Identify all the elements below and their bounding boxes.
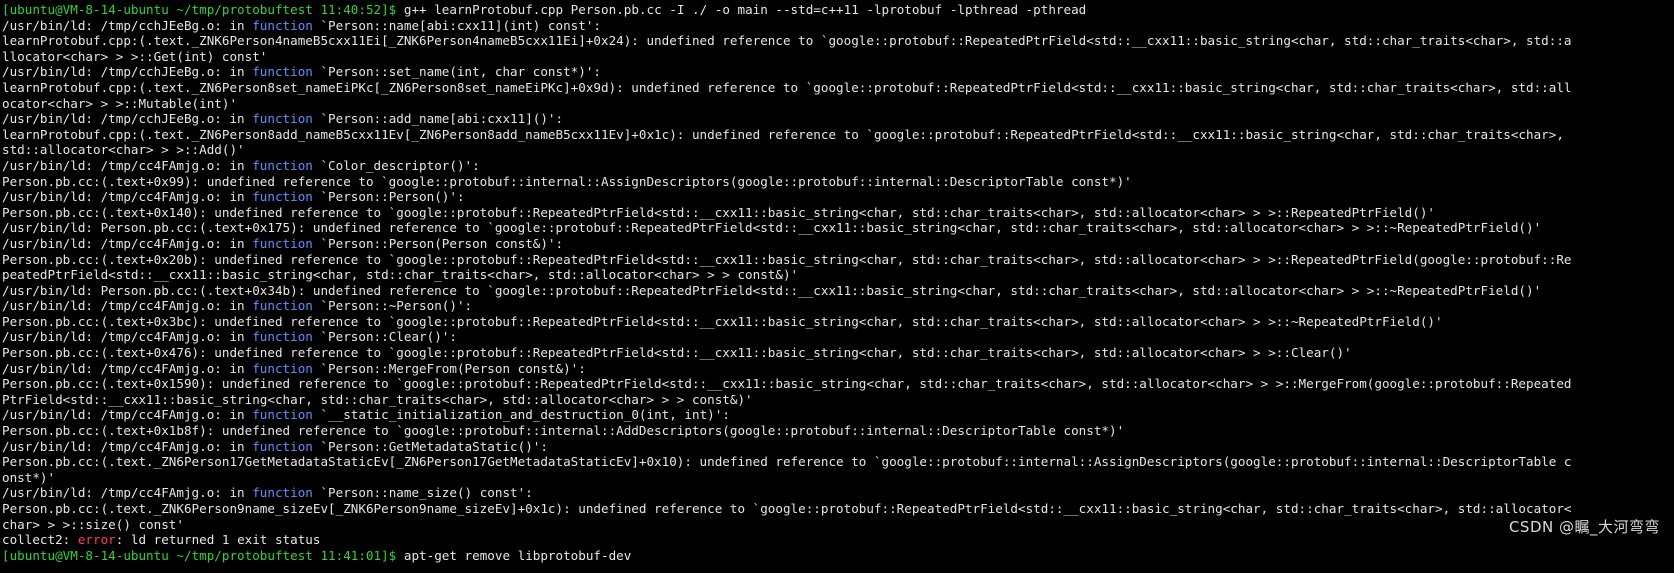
output-line: /usr/bin/ld: /tmp/cc4FAmjg.o: in functio… xyxy=(2,360,586,376)
output-line: /usr/bin/ld: /tmp/cc4FAmjg.o: in functio… xyxy=(2,235,564,251)
function-keyword: function xyxy=(252,329,313,345)
terminal-output: /usr/bin/ld: /tmp/cchJEeBg.o: in functio… xyxy=(2,18,1674,533)
output-line: Person.pb.cc:(.text+0x20b): undefined re… xyxy=(2,251,1572,267)
output-line: /usr/bin/ld: /tmp/cc4FAmjg.o: in functio… xyxy=(2,157,480,173)
output-line: Person.pb.cc:(.text+0x476): undefined re… xyxy=(2,345,1352,361)
function-keyword: function xyxy=(252,189,313,205)
command-line-1: [ubuntu@VM-8-14-ubuntu ~/tmp/protobuftes… xyxy=(2,2,1674,18)
error-keyword: error xyxy=(77,532,116,548)
function-keyword: function xyxy=(252,157,313,173)
output-line: /usr/bin/ld: /tmp/cc4FAmjg.o: in functio… xyxy=(2,485,533,501)
output-line: /usr/bin/ld: /tmp/cc4FAmjg.o: in functio… xyxy=(2,189,465,205)
shell-prompt: [ubuntu@VM-8-14-ubuntu ~/tmp/protobuftes… xyxy=(2,547,397,563)
function-keyword: function xyxy=(252,360,313,376)
function-keyword: function xyxy=(252,298,313,314)
output-line: Person.pb.cc:(.text+0x1590): undefined r… xyxy=(2,376,1572,392)
output-line: /usr/bin/ld: /tmp/cchJEeBg.o: in functio… xyxy=(2,111,564,127)
function-keyword: function xyxy=(252,438,313,454)
output-line: /usr/bin/ld: /tmp/cchJEeBg.o: in functio… xyxy=(2,17,602,33)
output-line: Person.pb.cc:(.text+0x140): undefined re… xyxy=(2,204,1436,220)
output-line: /usr/bin/ld: /tmp/cc4FAmjg.o: in functio… xyxy=(2,298,473,314)
output-line: Person.pb.cc:(.text._ZNK6Person9name_siz… xyxy=(2,501,1572,516)
output-line: onst*)' xyxy=(2,469,56,485)
function-keyword: function xyxy=(252,235,313,251)
function-keyword: function xyxy=(252,407,313,423)
output-line: learnProtobuf.cpp:(.text._ZN6Person8add_… xyxy=(2,126,1564,142)
output-line: learnProtobuf.cpp:(.text._ZN6Person8set_… xyxy=(2,79,1572,95)
output-line: /usr/bin/ld: /tmp/cc4FAmjg.o: in functio… xyxy=(2,407,730,423)
output-line: /usr/bin/ld: Person.pb.cc:(.text+0x34b):… xyxy=(2,282,1542,298)
error-line: collect2: error: ld returned 1 exit stat… xyxy=(2,532,321,548)
command-text: apt-get remove libprotobuf-dev xyxy=(403,547,632,563)
output-line: PtrField<std::__cxx11::basic_string<char… xyxy=(2,391,753,407)
function-keyword: function xyxy=(252,111,313,127)
output-line: /usr/bin/ld: /tmp/cchJEeBg.o: in functio… xyxy=(2,64,602,80)
function-keyword: function xyxy=(252,485,313,501)
watermark-text: CSDN @瞩_大河弯弯 xyxy=(1508,518,1660,536)
output-line: llocator<char> > >::Get(int) const' xyxy=(2,48,268,64)
output-line: peatedPtrField<std::__cxx11::basic_strin… xyxy=(2,267,799,283)
output-line: ocator<char> > >::Mutable(int)' xyxy=(2,95,238,111)
output-line: Person.pb.cc:(.text._ZN6Person17GetMetad… xyxy=(2,454,1572,470)
output-line: /usr/bin/ld: Person.pb.cc:(.text+0x175):… xyxy=(2,220,1542,236)
command-line-2: [ubuntu@VM-8-14-ubuntu ~/tmp/protobuftes… xyxy=(2,548,1674,564)
output-line: std::allocator<char> > >::Add()' xyxy=(2,142,245,158)
output-line: learnProtobuf.cpp:(.text._ZNK6Person4nam… xyxy=(2,33,1572,49)
output-line: /usr/bin/ld: /tmp/cc4FAmjg.o: in functio… xyxy=(2,438,548,454)
function-keyword: function xyxy=(252,17,313,33)
function-keyword: function xyxy=(252,64,313,80)
shell-prompt: [ubuntu@VM-8-14-ubuntu ~/tmp/protobuftes… xyxy=(2,2,397,17)
output-line: Person.pb.cc:(.text+0x3bc): undefined re… xyxy=(2,313,1443,329)
command-text: g++ learnProtobuf.cpp Person.pb.cc -I ./… xyxy=(403,2,1087,17)
output-line: /usr/bin/ld: /tmp/cc4FAmjg.o: in functio… xyxy=(2,329,457,345)
output-line: Person.pb.cc:(.text+0x99): undefined ref… xyxy=(2,173,1132,189)
terminal-window[interactable]: [ubuntu@VM-8-14-ubuntu ~/tmp/protobuftes… xyxy=(0,0,1674,573)
output-line: char> > >::size() const' xyxy=(2,516,184,532)
output-line: Person.pb.cc:(.text+0x1b8f): undefined r… xyxy=(2,423,1125,439)
